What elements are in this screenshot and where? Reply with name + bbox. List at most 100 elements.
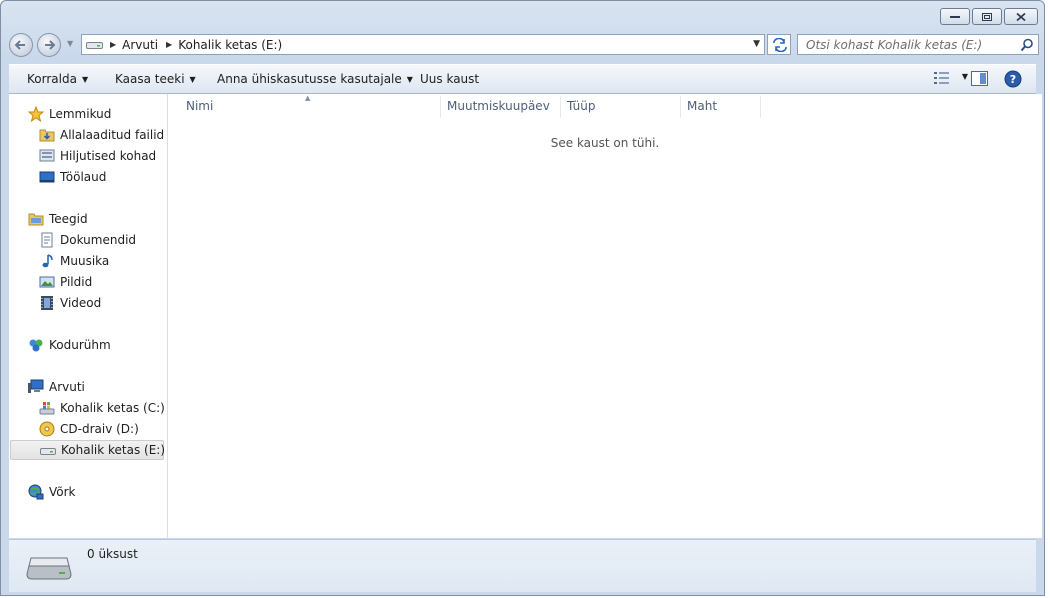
column-divider[interactable] [440, 96, 441, 118]
minimize-icon [950, 15, 960, 18]
navigation-row: ▼ ▶ Arvuti ▶ Kohalik ketas (E:) ▼ Otsi k… [9, 33, 1039, 57]
address-history-dropdown[interactable]: ▼ [753, 39, 760, 49]
videos-icon [41, 296, 53, 310]
breadcrumb: ▶ Arvuti ▶ Kohalik ketas (E:) [110, 38, 282, 52]
nav-item-libraries[interactable]: Teegid [28, 209, 88, 229]
command-bar: Korralda ▼ Kaasa teeki ▼ Anna ühiskasutuss… [9, 64, 1036, 94]
nav-label: Allalaaditud failid [60, 128, 165, 142]
drive-icon [86, 41, 103, 49]
nav-item-music[interactable]: Muusika [39, 251, 109, 271]
pictures-icon [39, 276, 55, 288]
refresh-button[interactable] [767, 34, 791, 55]
nav-item-computer[interactable]: Arvuti [28, 377, 85, 397]
new-folder-button[interactable]: Uus kaust [420, 72, 479, 86]
nav-label: Võrk [49, 485, 76, 499]
dropdown-arrow-icon: ▼ [406, 75, 413, 84]
recent-places-icon [39, 149, 55, 162]
breadcrumb-item-computer[interactable]: Arvuti [122, 38, 158, 52]
close-button[interactable] [1004, 8, 1038, 25]
drive-icon [26, 557, 72, 580]
column-divider[interactable] [680, 96, 681, 118]
nav-item-desktop[interactable]: Töölaud [39, 167, 106, 187]
nav-label: Lemmikud [49, 107, 112, 121]
recent-pages-dropdown[interactable]: ▼ [67, 39, 73, 48]
nav-item-cd-drive[interactable]: CD-draiv (D:) [39, 419, 139, 439]
item-count: 0 üksust [87, 547, 138, 561]
forward-button[interactable] [37, 33, 61, 57]
nav-item-drive-e[interactable]: Kohalik ketas (E:) [10, 440, 166, 460]
documents-icon [41, 232, 53, 248]
share-with-label: Anna ühiskasutusse kasutajale [217, 72, 402, 86]
column-header-name[interactable]: Nimi [186, 99, 213, 113]
svg-text:?: ? [1010, 73, 1016, 86]
cd-drive-icon [39, 421, 55, 437]
details-pane: 0 üksust [9, 539, 1036, 592]
share-with-button[interactable]: Anna ühiskasutusse kasutajale ▼ [217, 72, 413, 86]
music-icon [42, 254, 53, 268]
nav-label: Kodurühm [49, 338, 111, 352]
nav-label: Muusika [60, 254, 110, 268]
minimize-button[interactable] [940, 8, 970, 25]
column-header-size[interactable]: Maht [687, 99, 717, 113]
search-input[interactable]: Otsi kohast Kohalik ketas (E:) [806, 38, 1020, 52]
organize-label: Korralda [27, 72, 77, 86]
nav-item-downloads[interactable]: Allalaaditud failid [39, 125, 164, 145]
column-divider[interactable] [560, 96, 561, 118]
caption-buttons [940, 8, 1038, 25]
homegroup-icon [29, 339, 43, 352]
address-bar[interactable]: ▶ Arvuti ▶ Kohalik ketas (E:) ▼ [81, 34, 765, 55]
nav-item-videos[interactable]: Videod [39, 293, 101, 313]
nav-item-drive-c[interactable]: Kohalik ketas (C:) [39, 398, 165, 418]
back-icon [14, 40, 25, 50]
breadcrumb-item-drive-e[interactable]: Kohalik ketas (E:) [178, 38, 282, 52]
close-icon [1016, 12, 1026, 21]
maximize-button[interactable] [972, 8, 1002, 25]
nav-label: Videod [60, 296, 102, 310]
nav-item-recent-places[interactable]: Hiljutised kohad [39, 146, 156, 166]
desktop-icon [39, 171, 55, 183]
network-icon [28, 484, 44, 500]
nav-item-homegroup[interactable]: Kodurühm [28, 335, 111, 355]
restore-icon [982, 12, 992, 21]
column-header-date-modified[interactable]: Muutmiskuupäev [447, 99, 550, 113]
preview-pane-icon[interactable] [971, 71, 988, 86]
navigation-pane: Lemmikud Allalaaditud failid Hiljutised … [9, 94, 168, 538]
organize-button[interactable]: Korralda ▼ [27, 72, 88, 86]
drive-icon [40, 448, 56, 455]
nav-label: Teegid [49, 212, 88, 226]
column-divider[interactable] [760, 96, 761, 118]
search-box[interactable]: Otsi kohast Kohalik ketas (E:) [797, 34, 1039, 55]
dropdown-arrow-icon: ▼ [81, 75, 89, 84]
nav-item-pictures[interactable]: Pildid [39, 272, 92, 292]
file-list: ▲ Nimi Muutmiskuupäev Tüüp Maht See kaus… [168, 94, 1042, 538]
windows-drive-icon [39, 402, 55, 415]
nav-label: Kohalik ketas (E:) [61, 443, 166, 457]
chevron-right-icon[interactable]: ▶ [166, 40, 172, 49]
refresh-icon [773, 38, 787, 52]
nav-item-network[interactable]: Võrk [28, 482, 76, 502]
empty-folder-message: See kaust on tühi. [550, 136, 660, 150]
views-dropdown[interactable]: ▼ [962, 72, 968, 81]
nav-label: CD-draiv (D:) [60, 422, 139, 436]
explorer-window: ▼ ▶ Arvuti ▶ Kohalik ketas (E:) ▼ Otsi k… [0, 0, 1045, 596]
include-in-library-label: Kaasa teeki [115, 72, 185, 86]
sort-ascending-icon: ▲ [305, 94, 311, 102]
column-header-type[interactable]: Tüüp [567, 99, 596, 113]
dropdown-arrow-icon: ▼ [189, 75, 196, 84]
computer-icon [28, 379, 44, 393]
downloads-folder-icon [39, 129, 55, 142]
views-icon[interactable] [934, 71, 950, 85]
search-icon[interactable] [1020, 38, 1034, 52]
nav-item-favorites[interactable]: Lemmikud [28, 104, 111, 124]
nav-label: Hiljutised kohad [60, 149, 157, 163]
back-button[interactable] [9, 33, 33, 57]
nav-label: Pildid [60, 275, 93, 289]
nav-label: Arvuti [49, 380, 85, 394]
nav-item-documents[interactable]: Dokumendid [39, 230, 136, 250]
nav-label: Kohalik ketas (C:) [60, 401, 165, 415]
nav-label: Töölaud [60, 170, 107, 184]
help-icon[interactable]: ? [1004, 70, 1022, 88]
nav-label: Dokumendid [60, 233, 137, 247]
chevron-right-icon[interactable]: ▶ [110, 40, 116, 49]
include-in-library-button[interactable]: Kaasa teeki ▼ [115, 72, 196, 86]
